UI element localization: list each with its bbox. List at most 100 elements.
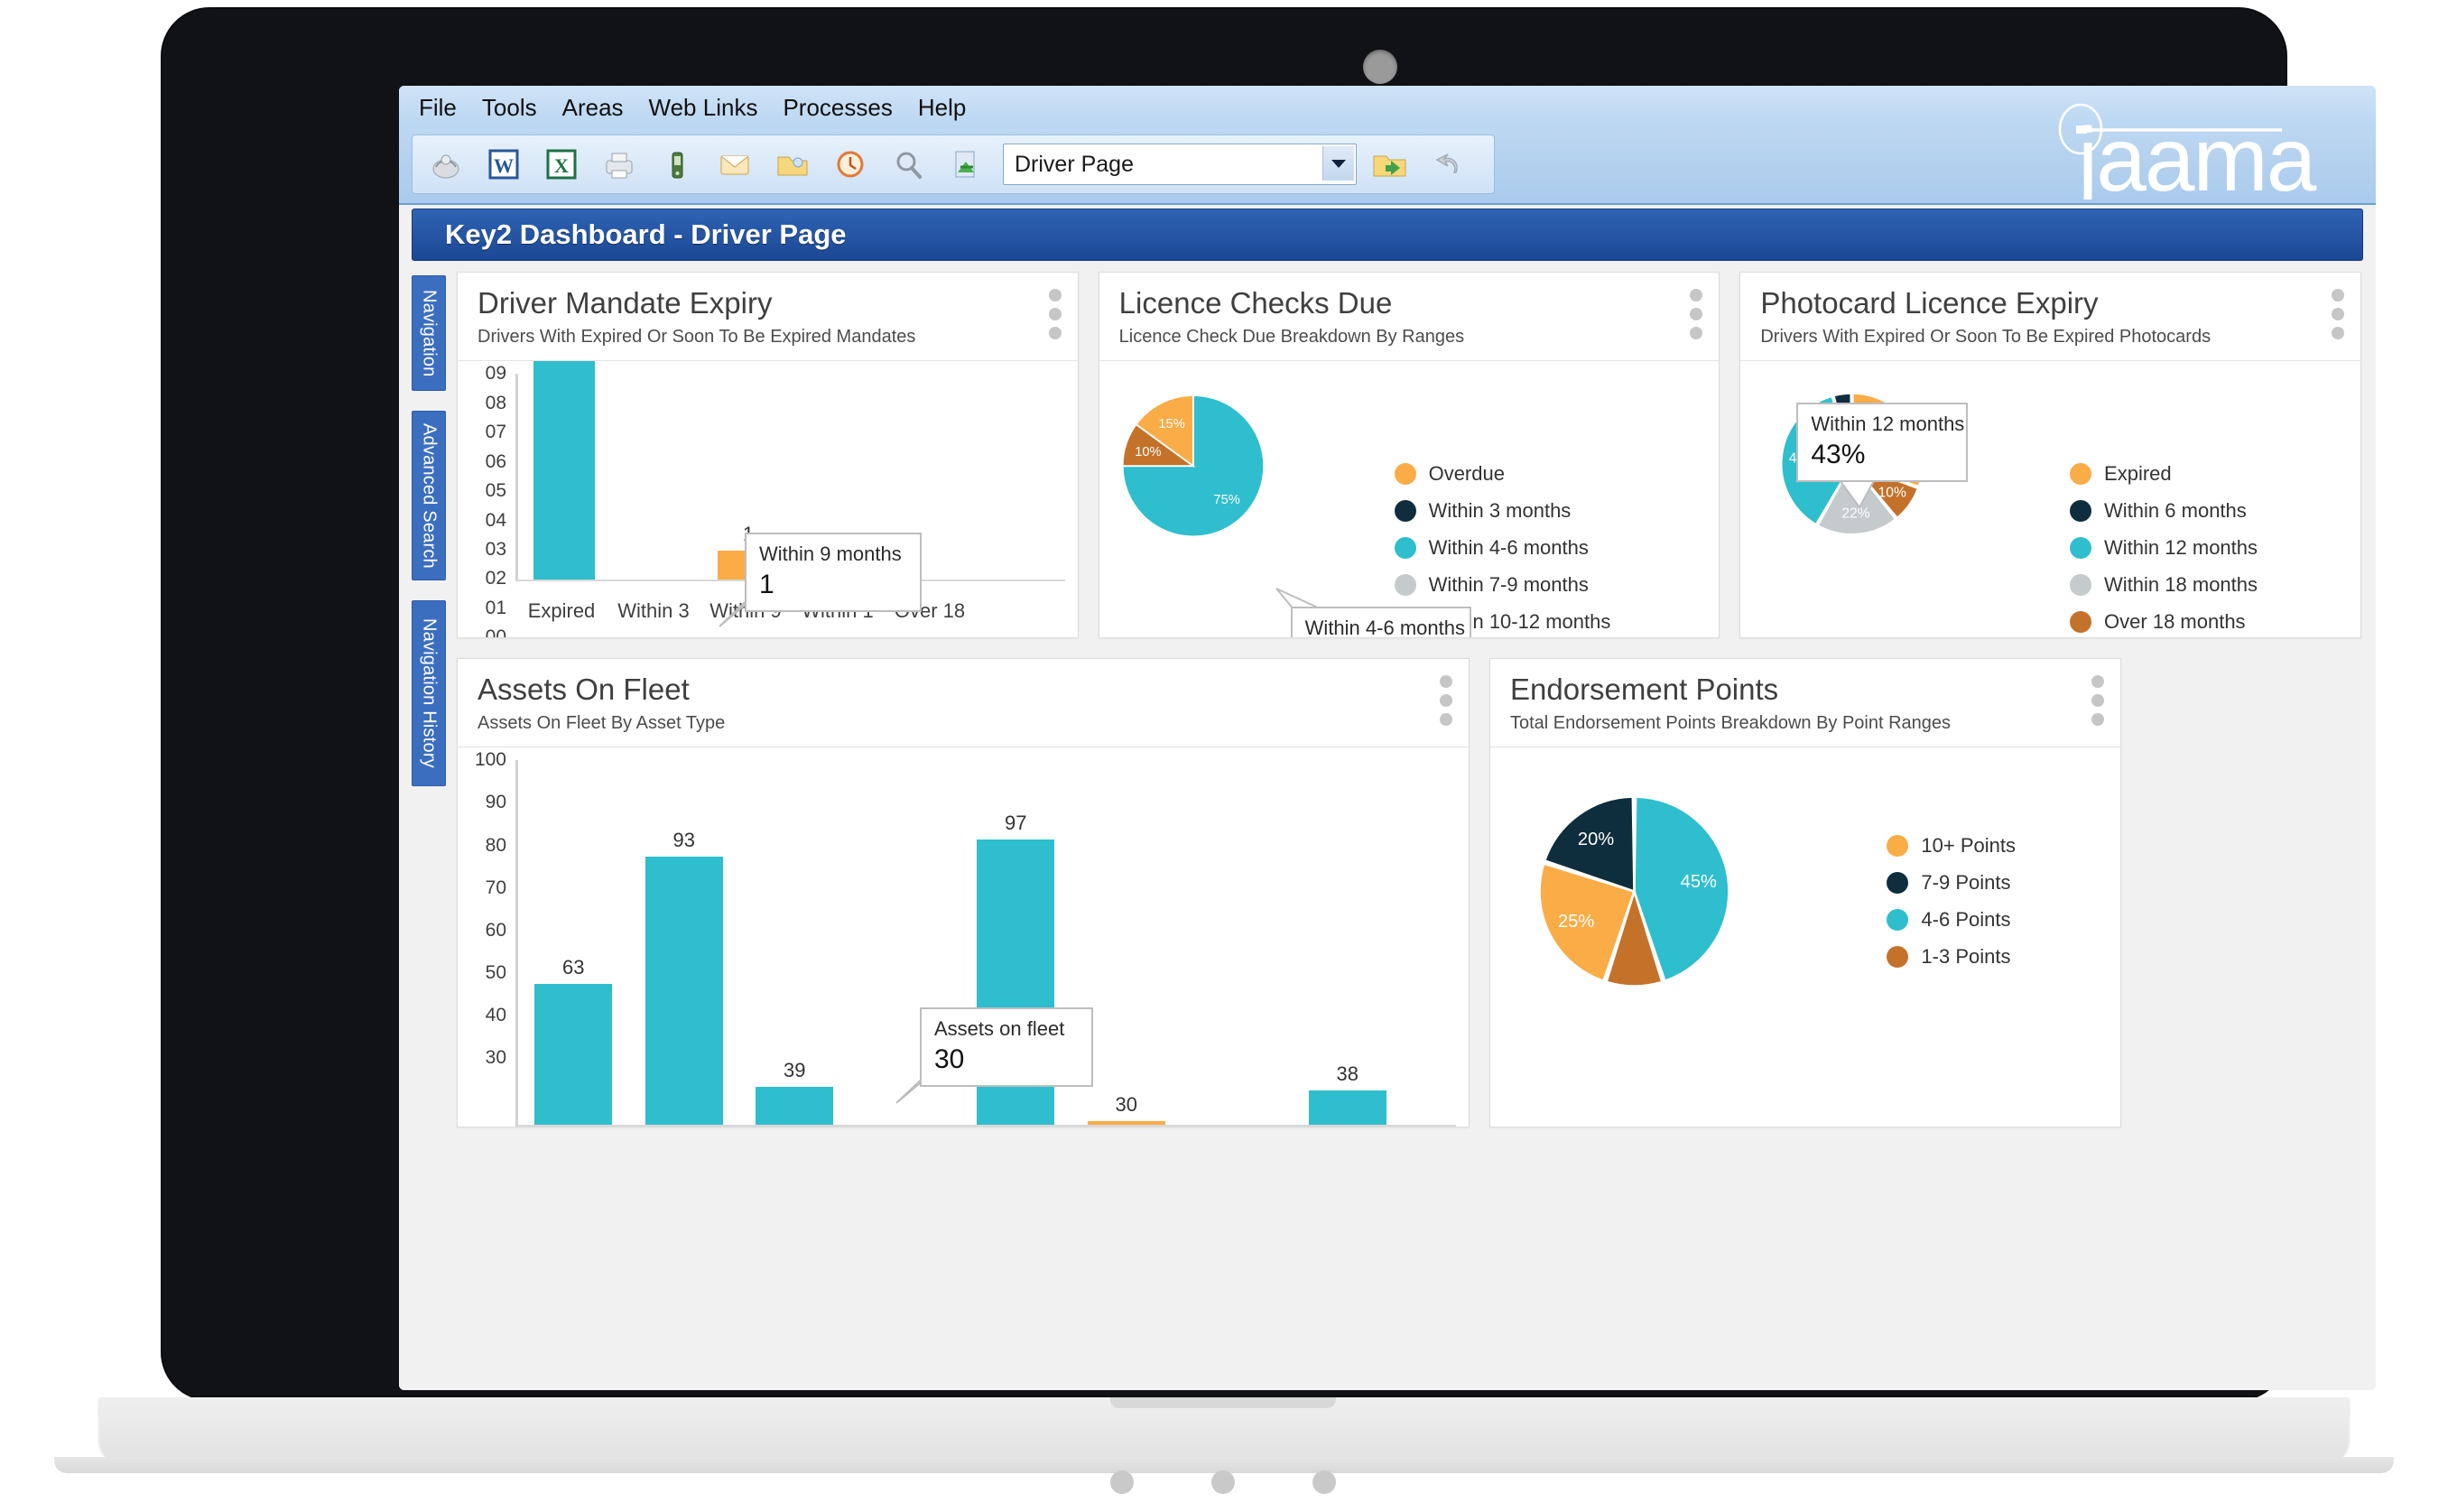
base-dots (1110, 1467, 1336, 1498)
page-title: Key2 Dashboard - Driver Page (445, 218, 847, 250)
card-subtitle: Drivers With Expired Or Soon To Be Expir… (1760, 327, 2212, 348)
sidebar-item-navigation[interactable]: Navigation (412, 275, 446, 391)
card-title: Licence Checks Due (1118, 286, 1393, 320)
y-axis-tick-label: 08 (485, 392, 506, 413)
bar[interactable]: 93 (644, 829, 723, 1125)
y-axis-tick-label: 06 (485, 450, 506, 472)
legend-swatch (1394, 463, 1416, 486)
printer-icon[interactable] (595, 140, 644, 189)
card-body: 100 90 80 70 60 50 40 30 63 93 39 97 30 38 Assets on… (458, 747, 1469, 1127)
card-menu-icon[interactable] (1690, 289, 1703, 339)
email-icon[interactable] (710, 140, 759, 189)
pie-svg: 45% 25% 20% (1538, 795, 1730, 988)
word-export-icon[interactable]: W (479, 140, 528, 189)
legend-swatch (1887, 872, 1909, 895)
bar[interactable]: 63 (534, 956, 613, 1125)
card-header: Licence Checks Due Licence Check Due Bre… (1099, 273, 1720, 362)
clock-history-icon[interactable] (826, 140, 875, 189)
y-axis-tick-label: 01 (485, 597, 506, 618)
mobile-device-icon[interactable] (653, 140, 701, 189)
legend-item: Within 6 months (2070, 499, 2258, 523)
card-menu-icon[interactable] (2091, 675, 2104, 726)
chart-tooltip: Assets on fleet 30 (920, 1007, 1093, 1087)
card-menu-icon[interactable] (1048, 289, 1062, 339)
bar[interactable]: 9 (533, 361, 595, 580)
sidebar-item-navigation-history[interactable]: Navigation History (412, 600, 446, 786)
tooltip-label: Within 9 months (759, 543, 902, 566)
menu-item-tools[interactable]: Tools (482, 94, 537, 122)
card-title: Driver Mandate Expiry (478, 286, 773, 320)
print-preview-icon[interactable] (422, 140, 470, 189)
tooltip-label: Within 12 months (1811, 413, 1965, 436)
legend-swatch (2070, 500, 2092, 523)
bar-value-label: 97 (1005, 811, 1027, 834)
y-axis-tick-label: 60 (485, 919, 506, 941)
y-axis-tick-label: 80 (485, 834, 506, 856)
legend-item: Overdue (1394, 462, 1611, 486)
card-subtitle: Licence Check Due Breakdown By Ranges (1118, 327, 1465, 348)
bar[interactable]: 30 (1087, 1093, 1165, 1125)
legend-swatch (1394, 500, 1416, 523)
page-selector[interactable]: Driver Page (1003, 144, 1357, 185)
pie-slice-label: 20% (1578, 830, 1614, 849)
legend-label: 1-3 Points (1921, 945, 2011, 969)
bar-value-label: 39 (784, 1058, 806, 1081)
sidebar-item-advanced-search-label: Advanced Search (419, 422, 440, 569)
legend: Expired Within 6 months Within 12 months Wi… (2070, 462, 2258, 634)
card-header: Endorsement Points Total Endorsement Poi… (1490, 659, 2120, 748)
legend-label: Expired (2104, 462, 2172, 486)
card-menu-icon[interactable] (2332, 289, 2345, 339)
screenshot-stage: File Tools Areas Web Links Processes Hel… (0, 0, 2448, 1512)
svg-text:W: W (494, 154, 514, 177)
menu-item-help[interactable]: Help (918, 94, 966, 122)
excel-export-icon[interactable]: X (537, 140, 586, 189)
dashboard-title-bar: Key2 Dashboard - Driver Page (412, 209, 2363, 261)
card-licence-checks-due: Licence Checks Due Licence Check Due Bre… (1098, 272, 1720, 638)
y-axis-tick-label: 00 (485, 626, 506, 637)
menu-item-web-links[interactable]: Web Links (649, 94, 758, 122)
export-page-icon[interactable] (941, 140, 990, 189)
legend-item: Within 3 months (1394, 499, 1611, 523)
legend-item: Within 18 months (2070, 573, 2258, 597)
go-icon[interactable] (1366, 140, 1414, 189)
sidebar-tabs: Navigation Advanced Search Navigation Hi… (412, 275, 448, 806)
x-axis-tick-label: Expired (527, 599, 596, 622)
undo-icon[interactable] (1423, 140, 1472, 189)
card-menu-icon[interactable] (1440, 675, 1452, 726)
menu-item-processes[interactable]: Processes (783, 94, 892, 122)
chart-tooltip: Within 4-6 months75% (1290, 607, 1471, 637)
y-axis-tick-label: 50 (485, 962, 506, 983)
legend-swatch (2070, 537, 2092, 560)
tooltip-value: 30 (934, 1044, 965, 1074)
bar[interactable]: 38 (1308, 1062, 1386, 1125)
toolbar: W X Driver Page (412, 135, 1495, 194)
pie-chart-endorsement-points: 45% 25% 20% (1490, 747, 2120, 1127)
svg-text:X: X (554, 154, 569, 177)
chart-tooltip: Within 9 months 1 (745, 533, 922, 612)
legend-item: Within 4-6 months (1394, 536, 1611, 560)
sidebar-item-advanced-search[interactable]: Advanced Search (412, 411, 446, 580)
sidebar-item-navigation-label: Navigation (419, 289, 440, 377)
legend-swatch (2070, 574, 2092, 597)
card-title: Photocard Licence Expiry (1760, 286, 2099, 320)
tooltip-label: Assets on fleet (934, 1017, 1065, 1041)
y-axis-tick-label: 04 (485, 509, 506, 531)
legend-swatch (1394, 537, 1416, 560)
open-folder-icon[interactable] (768, 140, 817, 189)
search-icon[interactable] (884, 140, 932, 189)
card-subtitle: Assets On Fleet By Asset Type (478, 713, 726, 734)
laptop-frame: File Tools Areas Web Links Processes Hel… (162, 9, 2376, 1399)
legend: 10+ Points 7-9 Points 4-6 Points 1-3 Points (1887, 834, 2016, 969)
card-subtitle: Drivers With Expired Or Soon To Be Expir… (478, 327, 916, 348)
card-title: Endorsement Points (1510, 673, 1779, 706)
chevron-down-icon[interactable] (1322, 146, 1354, 181)
bar-value-label: 38 (1336, 1062, 1358, 1086)
legend-label: 4-6 Points (1921, 908, 2011, 932)
bar[interactable]: 39 (756, 1058, 834, 1125)
menu-item-file[interactable]: File (419, 94, 457, 122)
bar-value-label: 30 (1115, 1092, 1137, 1116)
card-body: 35%10%22%43%5% ExpiredWithin 6 monthsWit… (1740, 361, 2360, 637)
menu-item-areas[interactable]: Areas (562, 94, 624, 122)
tooltip-label: Within 4-6 months (1304, 617, 1465, 637)
y-axis-tick-label: 09 (485, 363, 506, 385)
